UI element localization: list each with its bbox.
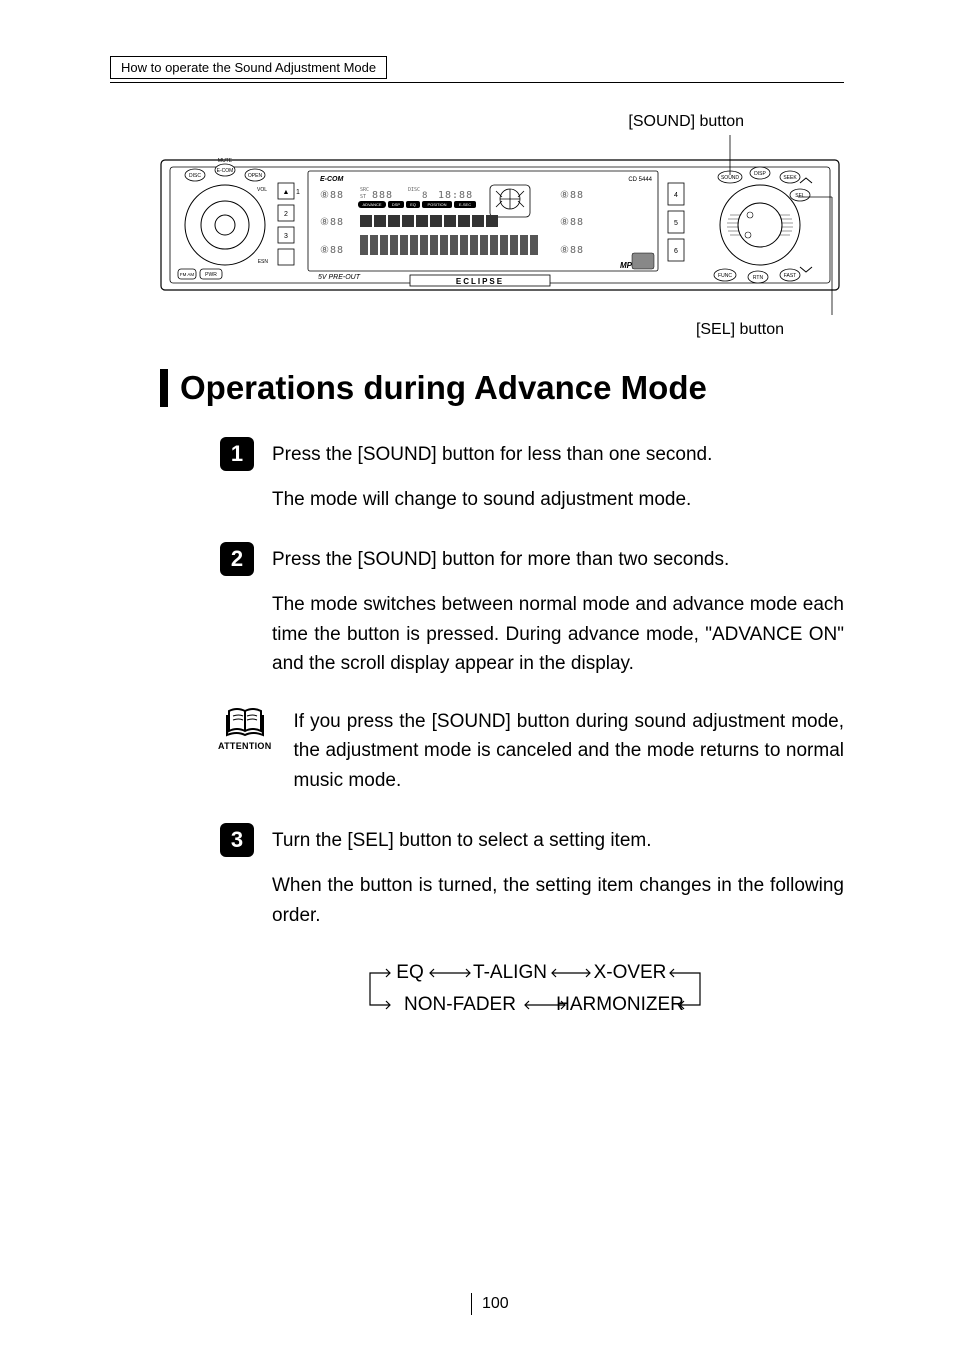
sound-btn-label: SOUND [721, 175, 739, 181]
svg-text:⑧88: ⑧88 [320, 245, 344, 256]
svg-text:DISC: DISC [408, 187, 420, 193]
svg-text:⑧88: ⑧88 [560, 245, 584, 256]
preset-6: 6 [674, 248, 678, 255]
section-heading: Operations during Advance Mode [180, 369, 707, 407]
step-2-instruction: Press the [SOUND] button for more than t… [272, 546, 844, 574]
preset-2: 2 [284, 211, 288, 218]
vol-label: VOL [257, 187, 267, 193]
head-unit-illustration: DISC E-COM OPEN MUTE VOL ESN FM AM PWR ▲… [160, 135, 840, 315]
fast-btn-label: FAST [784, 273, 797, 279]
step-3-body: When the button is turned, the setting i… [272, 871, 844, 930]
callout-sel-button: [SEL] button [110, 321, 844, 339]
mute-label: MUTE [218, 158, 233, 164]
func-btn-label: FUNC [718, 273, 732, 279]
step-badge-3: 3 [220, 823, 254, 857]
step-2: 2 Press the [SOUND] button for more than… [220, 542, 844, 576]
open-label: OPEN [248, 173, 263, 179]
step-1: 1 Press the [SOUND] button for less than… [220, 437, 844, 471]
cycle-diagram: EQ T-ALIGN X-OVER NON-FADER HARMONIZER [330, 958, 844, 1027]
attention-block: ATTENTION If you press the [SOUND] butto… [218, 707, 844, 795]
svg-text:8: 8 [422, 191, 427, 201]
seek-btn-label: SEEK [783, 175, 797, 181]
disp-btn-label: DISP [754, 171, 766, 177]
svg-text:ADVANCE: ADVANCE [362, 202, 381, 207]
svg-text:DSP: DSP [392, 202, 401, 207]
preset-3: 3 [284, 233, 288, 240]
svg-text:18:88: 18:88 [438, 190, 473, 201]
section-accent-bar [160, 369, 168, 407]
step-badge-1: 1 [220, 437, 254, 471]
fm-am-label: FM AM [180, 272, 195, 277]
svg-text:NON-FADER: NON-FADER [404, 994, 516, 1015]
preset-5: 5 [674, 220, 678, 227]
preout-label: 5V PRE-OUT [318, 274, 361, 281]
disc-label: DISC [189, 173, 201, 179]
divider [110, 82, 844, 83]
lcd-model: CD 5444 [628, 177, 652, 183]
preset-4: 4 [674, 192, 678, 199]
device-diagram: DISC E-COM OPEN MUTE VOL ESN FM AM PWR ▲… [160, 135, 844, 315]
brand-eclipse: ECLIPSE [456, 277, 504, 286]
svg-text:ST: ST [360, 194, 366, 200]
svg-text:⑧88: ⑧88 [560, 190, 584, 201]
callout-sound-button: [SOUND] button [110, 113, 844, 131]
page-number: 100 [471, 1293, 509, 1315]
step-2-body: The mode switches between normal mode an… [272, 590, 844, 678]
svg-text:EQ: EQ [410, 202, 416, 207]
svg-text:E-SEC: E-SEC [459, 202, 471, 207]
svg-text:T-ALIGN: T-ALIGN [473, 962, 547, 983]
pwr-label: PWR [205, 272, 217, 278]
svg-text:X-OVER: X-OVER [594, 962, 667, 983]
preset-1: 1 [296, 189, 300, 196]
breadcrumb: How to operate the Sound Adjustment Mode [110, 56, 387, 79]
book-icon [225, 707, 265, 739]
step-1-instruction: Press the [SOUND] button for less than o… [272, 441, 844, 469]
svg-text:888: 888 [372, 190, 393, 201]
svg-text:POSITION: POSITION [427, 202, 446, 207]
attention-label: ATTENTION [218, 741, 272, 751]
svg-text:⑧88: ⑧88 [560, 217, 584, 228]
ecom-label: E-COM [217, 168, 234, 174]
svg-text:EQ: EQ [396, 962, 423, 983]
attention-text: If you press the [SOUND] button during s… [294, 707, 844, 795]
step-badge-2: 2 [220, 542, 254, 576]
svg-text:HARMONIZER: HARMONIZER [556, 994, 684, 1015]
esn-label: ESN [258, 259, 269, 265]
svg-text:⑧88: ⑧88 [320, 190, 344, 201]
rtn-btn-label: RTN [753, 275, 764, 281]
sel-btn-label: SEL [795, 193, 805, 199]
svg-text:⑧88: ⑧88 [320, 217, 344, 228]
step-3-instruction: Turn the [SEL] button to select a settin… [272, 827, 844, 855]
svg-text:SRC: SRC [360, 187, 369, 193]
lcd-brand: E-COM [320, 176, 344, 183]
step-3: 3 Turn the [SEL] button to select a sett… [220, 823, 844, 857]
step-1-body: The mode will change to sound adjustment… [272, 485, 844, 514]
eject-icon: ▲ [283, 189, 290, 196]
